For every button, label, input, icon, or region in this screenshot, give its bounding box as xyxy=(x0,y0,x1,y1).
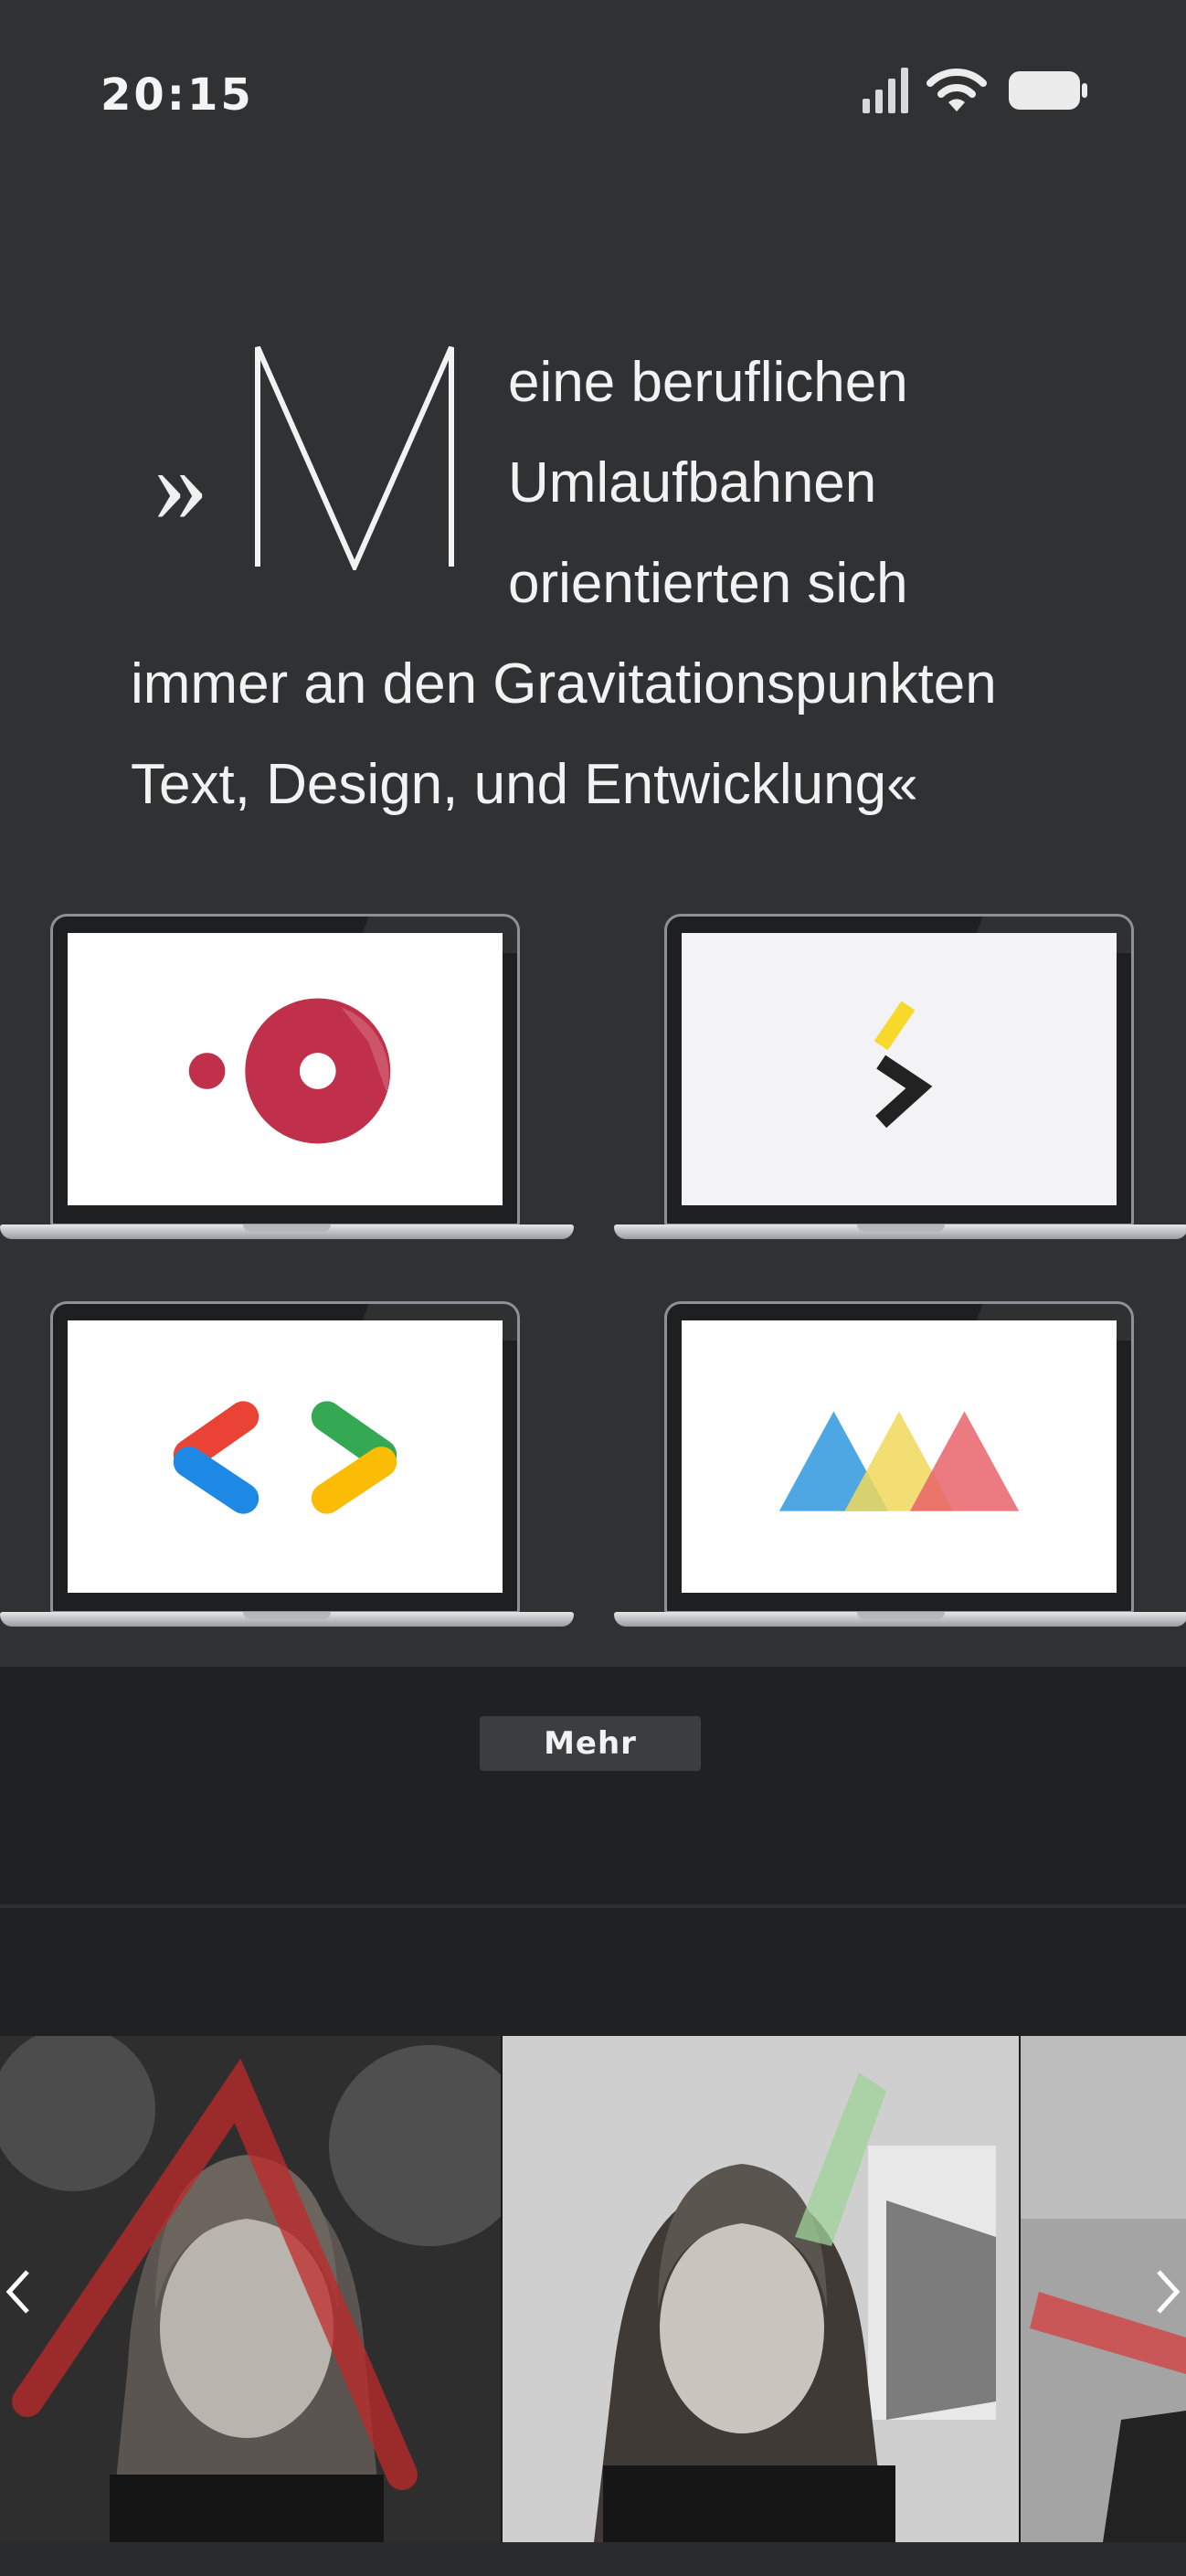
quote-line-3: orientierten sich xyxy=(508,552,908,615)
signal-icon xyxy=(863,68,908,113)
laptop-notch xyxy=(243,1612,331,1619)
quote-line-5: Text, Design, und Entwicklung« xyxy=(131,753,918,816)
laptop-screen xyxy=(68,1320,503,1593)
project-laptop-1[interactable] xyxy=(0,914,574,1246)
more-section: Mehr xyxy=(0,1667,1186,1906)
laptop-notch xyxy=(857,1612,945,1619)
status-time: 20:15 xyxy=(101,69,254,121)
laptop-screen xyxy=(68,933,503,1205)
laptop-screen xyxy=(682,1320,1117,1593)
red-circle-logo-icon xyxy=(188,998,391,1144)
yellow-black-chevron-logo-icon xyxy=(874,1001,933,1129)
portrait-photo-1 xyxy=(0,2036,501,2542)
project-laptop-2[interactable] xyxy=(614,914,1186,1246)
more-button[interactable]: Mehr xyxy=(480,1716,701,1771)
project-grid xyxy=(0,914,1186,1663)
status-icons xyxy=(861,66,1089,117)
intro-quote: » eine beruflichen Umlaufbahnen orientie… xyxy=(0,338,1186,832)
carousel-next-button[interactable] xyxy=(1144,2255,1186,2328)
wifi-icon xyxy=(927,69,987,111)
laptop-lid xyxy=(50,914,520,1226)
chevron-right-icon xyxy=(1157,2270,1181,2314)
laptop-notch xyxy=(243,1224,331,1232)
laptop-lid xyxy=(664,914,1134,1226)
laptop-lid xyxy=(50,1301,520,1614)
laptop-lid xyxy=(664,1301,1134,1614)
quote-line-4: immer an den Gravitationspunkten xyxy=(131,652,997,716)
bottom-bar xyxy=(0,2542,1186,2576)
portrait-photo-2 xyxy=(503,2036,1019,2542)
quote-line-1: eine beruflichen xyxy=(508,351,908,414)
drop-cap-m xyxy=(255,345,454,570)
colored-triangles-logo-icon xyxy=(778,1411,1020,1511)
quote-line-2: Umlaufbahnen xyxy=(508,451,877,514)
status-bar: 20:15 xyxy=(0,0,1186,183)
photo-carousel[interactable] xyxy=(0,2036,1186,2542)
section-spacer xyxy=(0,1908,1186,2036)
laptop-notch xyxy=(857,1224,945,1232)
code-brackets-logo-icon xyxy=(173,1401,397,1514)
quote-open-mark: » xyxy=(154,423,208,545)
battery-icon xyxy=(1009,71,1087,110)
project-laptop-4[interactable] xyxy=(614,1301,1186,1634)
project-laptop-3[interactable] xyxy=(0,1301,574,1634)
chevron-left-icon xyxy=(5,2270,29,2314)
laptop-screen xyxy=(682,933,1117,1205)
carousel-prev-button[interactable] xyxy=(0,2255,42,2328)
